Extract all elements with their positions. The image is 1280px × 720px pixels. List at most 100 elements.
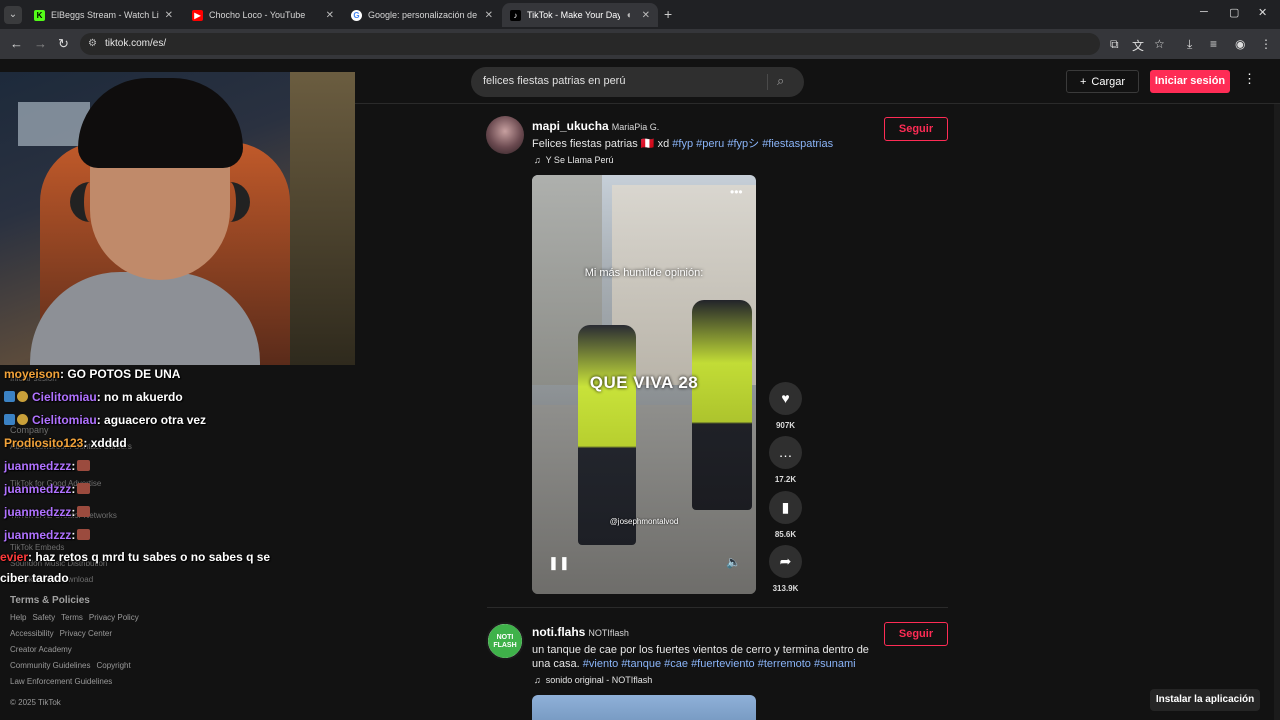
emote-icon xyxy=(77,460,91,471)
video-overlay-title: QUE VIVA 28 xyxy=(589,373,699,392)
chat-message: juanmedzzz: xyxy=(4,459,91,473)
post1-avatar[interactable] xyxy=(486,116,524,154)
search-icon[interactable]: ⌕ xyxy=(777,73,784,89)
upload-button[interactable]: + Cargar xyxy=(1066,70,1139,93)
url-field[interactable]: ⚙ tiktok.com/es/ xyxy=(80,33,1100,55)
tab-youtube[interactable]: ▶ Chocho Loco - YouTube ✕ xyxy=(184,3,342,27)
accessibility-link[interactable]: Accessibility xyxy=(10,629,54,638)
close-icon[interactable]: ✕ xyxy=(326,10,334,21)
translate-icon[interactable]: 文 xyxy=(1132,37,1144,54)
heart-icon: ♥ xyxy=(769,382,802,415)
tab-search-icon[interactable]: ⌄ xyxy=(4,6,22,24)
hashtag-link[interactable]: #tanque xyxy=(621,658,661,670)
window-close-icon[interactable]: ✕ xyxy=(1258,6,1267,19)
maximize-icon[interactable]: ▢ xyxy=(1229,6,1239,19)
pause-icon[interactable]: ❚❚ xyxy=(548,555,570,571)
streamer-webcam xyxy=(0,72,355,365)
site-info-icon[interactable]: ⚙ xyxy=(88,38,97,49)
hashtag-link[interactable]: #fyp xyxy=(672,138,693,150)
more-options-icon[interactable]: ⋮ xyxy=(1243,71,1256,87)
footer-links-row-4: Community Guidelines Copyright xyxy=(10,661,131,670)
privacy-center-link[interactable]: Privacy Center xyxy=(60,629,112,638)
share-button[interactable]: ➦ 313.9K xyxy=(769,545,802,593)
chat-message: evier: haz retos q mrd tu sabes o no sab… xyxy=(0,550,271,564)
hashtag-link[interactable]: #peru xyxy=(696,138,724,150)
footer-links-row-5: Law Enforcement Guidelines xyxy=(10,677,112,686)
google-icon: G xyxy=(351,9,362,21)
hashtag-link[interactable]: #cae xyxy=(664,658,688,670)
copyright-text: © 2025 TikTok xyxy=(10,698,61,707)
audio-icon[interactable]: ◖ xyxy=(626,10,632,21)
bookmark-icon: ▮ xyxy=(769,491,802,524)
chat-badge-icon xyxy=(17,391,28,402)
post1-follow-button[interactable]: Seguir xyxy=(884,117,948,141)
search-input[interactable]: felices fiestas patrias en perú ⌕ xyxy=(471,67,804,97)
hashtag-link[interactable]: #terremoto xyxy=(758,658,811,670)
share-icon: ➦ xyxy=(769,545,802,578)
video-more-icon[interactable]: ••• xyxy=(730,185,743,199)
help-link[interactable]: Help xyxy=(10,613,26,622)
video-overlay-text: Mi más humilde opinión: xyxy=(584,267,704,279)
youtube-icon: ▶ xyxy=(192,9,203,21)
headset-icon xyxy=(70,182,250,222)
footer-links-row-2: Accessibility Privacy Center xyxy=(10,629,112,638)
post2-follow-button[interactable]: Seguir xyxy=(884,622,948,646)
login-button[interactable]: Iniciar sesión xyxy=(1150,70,1230,93)
music-note-icon: ♫ xyxy=(534,675,541,685)
like-button[interactable]: ♥ 907K xyxy=(769,382,802,430)
close-icon[interactable]: ✕ xyxy=(165,10,173,21)
minimize-icon[interactable]: ─ xyxy=(1200,6,1208,18)
hashtag-link[interactable]: #fypシ xyxy=(727,138,759,150)
media-icon[interactable]: ≡ xyxy=(1210,37,1217,51)
tab-kick[interactable]: K ElBeggs Stream - Watch Live on ✕ xyxy=(26,3,181,27)
post2-avatar[interactable]: NOTI FLASH xyxy=(486,622,524,660)
install-app-button[interactable]: Instalar la aplicación xyxy=(1150,689,1260,711)
creator-academy-link[interactable]: Creator Academy xyxy=(10,645,72,654)
address-bar: ← → ↻ ⚙ tiktok.com/es/ ⧉ 文 ☆ ⤓ ≡ ◉ ⋮ xyxy=(0,29,1280,59)
tiktok-icon: ♪ xyxy=(510,9,521,21)
close-icon[interactable]: ✕ xyxy=(485,10,493,21)
profile-icon[interactable]: ◉ xyxy=(1235,37,1245,51)
hashtag-link[interactable]: #viento xyxy=(583,658,618,670)
bookmark-star-icon[interactable]: ☆ xyxy=(1154,37,1165,51)
copyright-link[interactable]: Copyright xyxy=(96,661,130,670)
new-tab-icon[interactable]: + xyxy=(664,6,672,22)
volume-icon[interactable]: 🔈 xyxy=(726,555,741,569)
post2-username[interactable]: noti.flahs NOTIflash xyxy=(532,625,629,639)
reload-icon[interactable]: ↻ xyxy=(58,36,69,52)
chat-message: juanmedzzz: xyxy=(4,482,91,496)
hashtag-link[interactable]: #sunami xyxy=(814,658,856,670)
post2-music[interactable]: ♫ sonido original - NOTIflash xyxy=(534,675,652,685)
hashtag-link[interactable]: #fiestaspatrias xyxy=(762,138,833,150)
feed-divider xyxy=(487,607,948,608)
post1-video[interactable]: Mi más humilde opinión: QUE VIVA 28 ••• … xyxy=(532,175,756,594)
post2-avatar-logo: NOTI FLASH xyxy=(488,624,522,658)
tab-google[interactable]: G Google: personalización de la b ✕ xyxy=(343,3,501,27)
hashtag-link[interactable]: #fuerteviento xyxy=(691,658,755,670)
install-app-icon[interactable]: ⧉ xyxy=(1110,37,1119,52)
download-icon[interactable]: ⤓ xyxy=(1187,37,1192,52)
chat-badge-icon xyxy=(4,391,15,402)
chat-badge-icon xyxy=(4,414,15,425)
browser-menu-icon[interactable]: ⋮ xyxy=(1260,37,1272,51)
privacy-policy-link[interactable]: Privacy Policy xyxy=(89,613,139,622)
close-icon[interactable]: ✕ xyxy=(642,10,650,21)
law-enforcement-link[interactable]: Law Enforcement Guidelines xyxy=(10,677,112,686)
post2-video[interactable] xyxy=(532,695,756,720)
chat-message: Cielitomiau: no m akuerdo xyxy=(4,390,183,404)
back-icon[interactable]: ← xyxy=(10,36,23,51)
chat-message: Prodiosito123: xdddd xyxy=(4,436,127,450)
forward-icon[interactable]: → xyxy=(34,36,47,51)
chat-message: juanmedzzz: xyxy=(4,528,91,542)
post1-username[interactable]: mapi_ukucha MariaPia G. xyxy=(532,119,659,133)
comment-button[interactable]: … 17.2K xyxy=(769,436,802,484)
terms-link[interactable]: Terms xyxy=(61,613,83,622)
kick-icon: K xyxy=(34,9,45,21)
post1-caption: Felices fiestas patrias 🇵🇪 xd #fyp #peru… xyxy=(532,138,834,150)
tab-tiktok[interactable]: ♪ TikTok - Make Your Day ◖ ✕ xyxy=(502,3,658,27)
post1-music[interactable]: ♫ Y Se Llama Perú xyxy=(534,155,613,165)
community-guidelines-link[interactable]: Community Guidelines xyxy=(10,661,90,670)
bookmark-button[interactable]: ▮ 85.6K xyxy=(769,491,802,539)
scrollbar[interactable] xyxy=(1274,104,1280,720)
safety-link[interactable]: Safety xyxy=(32,613,55,622)
